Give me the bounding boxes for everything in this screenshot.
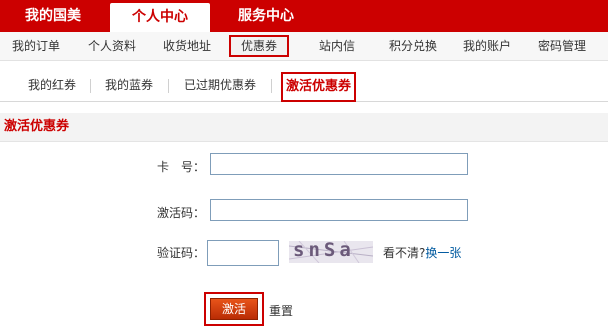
activation-code-label: 激活码：	[157, 206, 206, 220]
activate-button[interactable]: 激活	[210, 298, 258, 320]
captcha-text: snSa	[293, 241, 355, 261]
section-title: 激活优惠券	[4, 119, 70, 134]
subnav-points-exchange[interactable]: 积分兑换	[389, 32, 437, 60]
tab-blue-coupons[interactable]: 我的蓝券	[105, 70, 153, 101]
coupon-tabs: 我的红券 我的蓝券 已过期优惠券 激活优惠券	[0, 70, 608, 102]
subnav-my-account[interactable]: 我的账户	[463, 32, 511, 60]
tab-activate-coupon[interactable]: 激活优惠券	[281, 72, 357, 102]
captcha-input[interactable]	[207, 240, 279, 266]
sub-nav: 我的订单 个人资料 收货地址 优惠券 站内信 积分兑换 我的账户 密码管理	[0, 32, 608, 61]
captcha-hint-text: 看不清?	[383, 246, 426, 260]
tab-divider	[90, 79, 91, 93]
tab-red-coupons[interactable]: 我的红券	[28, 70, 76, 101]
reset-link[interactable]: 重置	[269, 302, 293, 319]
nav-personal-center[interactable]: 个人中心	[110, 3, 210, 32]
card-number-input[interactable]	[210, 153, 468, 175]
tab-divider	[168, 79, 169, 93]
top-nav: 我的国美 个人中心 服务中心	[0, 0, 608, 32]
section-header: 激活优惠券	[0, 113, 608, 142]
captcha-label: 验证码：	[157, 246, 206, 260]
activate-button-highlight: 激活	[204, 292, 264, 326]
captcha-image[interactable]: snSa	[289, 241, 373, 263]
card-number-label: 卡 号：	[157, 160, 206, 174]
subnav-shipping-address[interactable]: 收货地址	[163, 32, 211, 60]
subnav-my-orders[interactable]: 我的订单	[12, 32, 60, 60]
captcha-refresh-link[interactable]: 换一张	[425, 246, 461, 260]
tab-expired-coupons[interactable]: 已过期优惠券	[184, 70, 256, 101]
tab-divider	[271, 79, 272, 93]
subnav-messages[interactable]: 站内信	[319, 32, 355, 60]
nav-my-gome[interactable]: 我的国美	[12, 0, 94, 32]
captcha-hint: 看不清?换一张	[383, 244, 461, 261]
activation-code-input[interactable]	[210, 199, 468, 221]
subnav-coupons[interactable]: 优惠券	[229, 35, 290, 57]
subnav-password[interactable]: 密码管理	[538, 32, 586, 60]
nav-service-center[interactable]: 服务中心	[223, 0, 309, 32]
subnav-personal-info[interactable]: 个人资料	[88, 32, 136, 60]
